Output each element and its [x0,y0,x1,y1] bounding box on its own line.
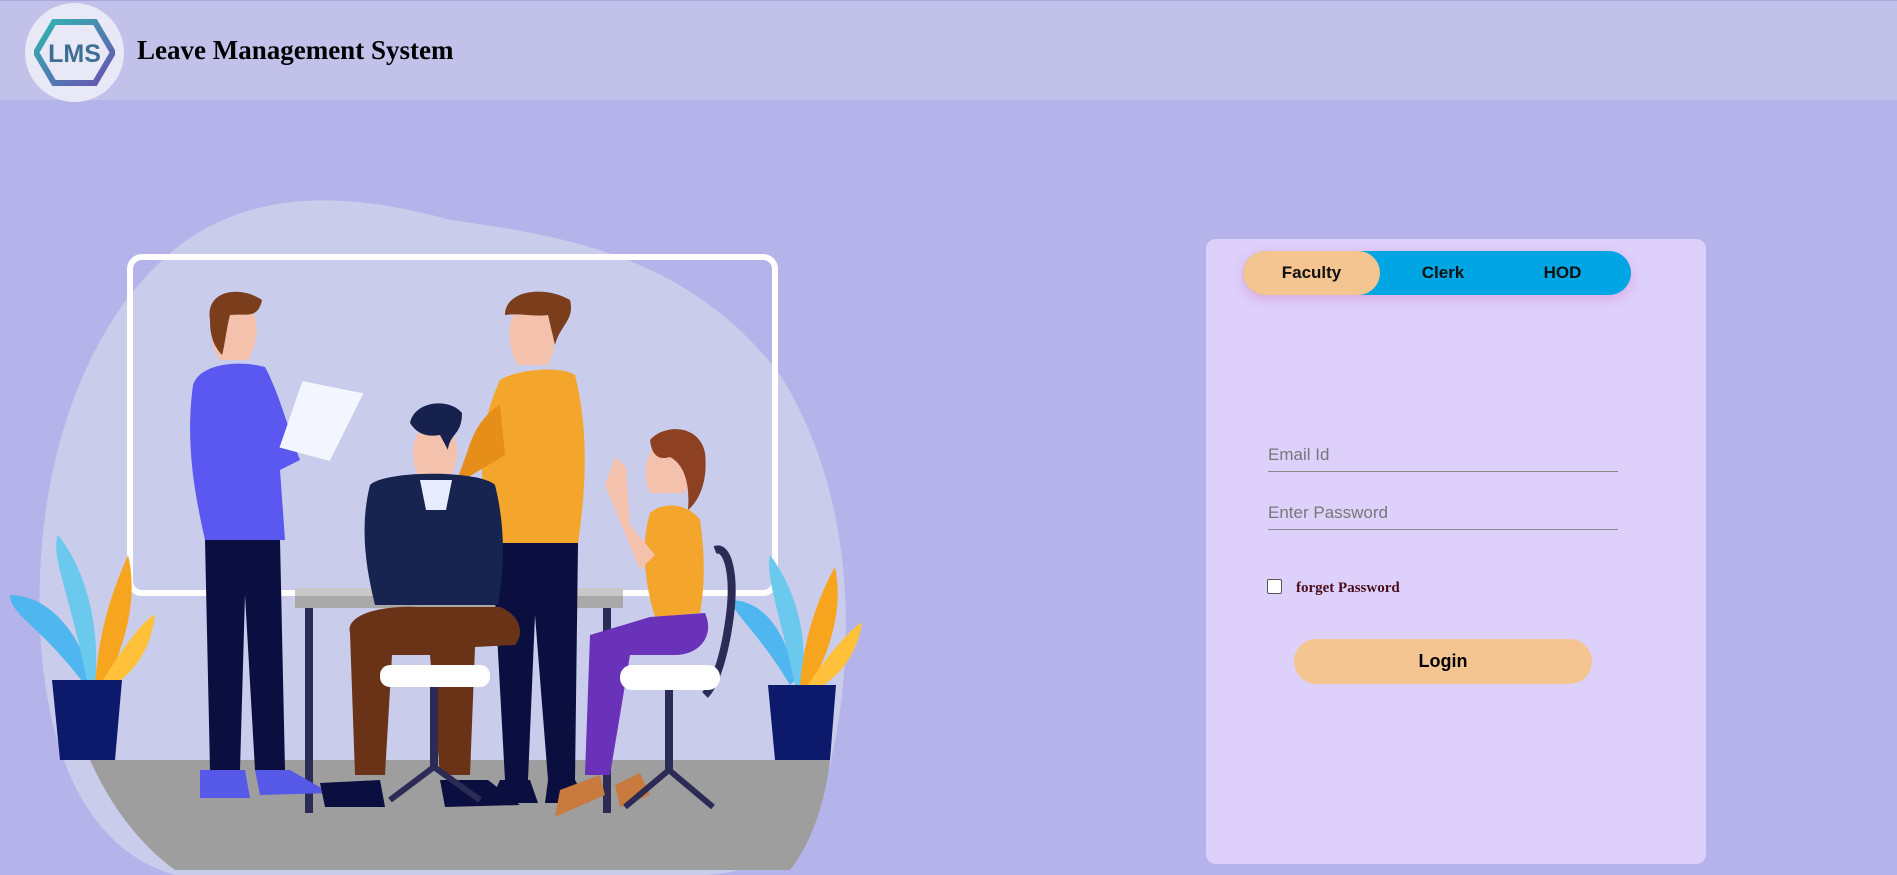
login-button[interactable]: Login [1294,639,1592,684]
lms-hexagon-icon: LMS [34,19,115,86]
password-field[interactable] [1268,496,1618,530]
tab-clerk[interactable]: Clerk [1380,251,1506,295]
top-header: LMS Leave Management System [0,0,1897,102]
forget-password-label[interactable]: forget Password [1296,580,1400,597]
forget-password-checkbox[interactable] [1267,579,1282,594]
role-tab-bar: Faculty Clerk HOD [1243,251,1631,295]
lms-logo: LMS [25,3,124,102]
tab-hod[interactable]: HOD [1506,251,1619,295]
tab-faculty[interactable]: Faculty [1243,251,1380,295]
logo-text: LMS [48,40,101,68]
email-field[interactable] [1268,438,1618,472]
team-meeting-illustration [10,200,862,875]
login-card: Faculty Clerk HOD forget Password Login [1206,239,1706,864]
app-title: Leave Management System [137,35,454,65]
